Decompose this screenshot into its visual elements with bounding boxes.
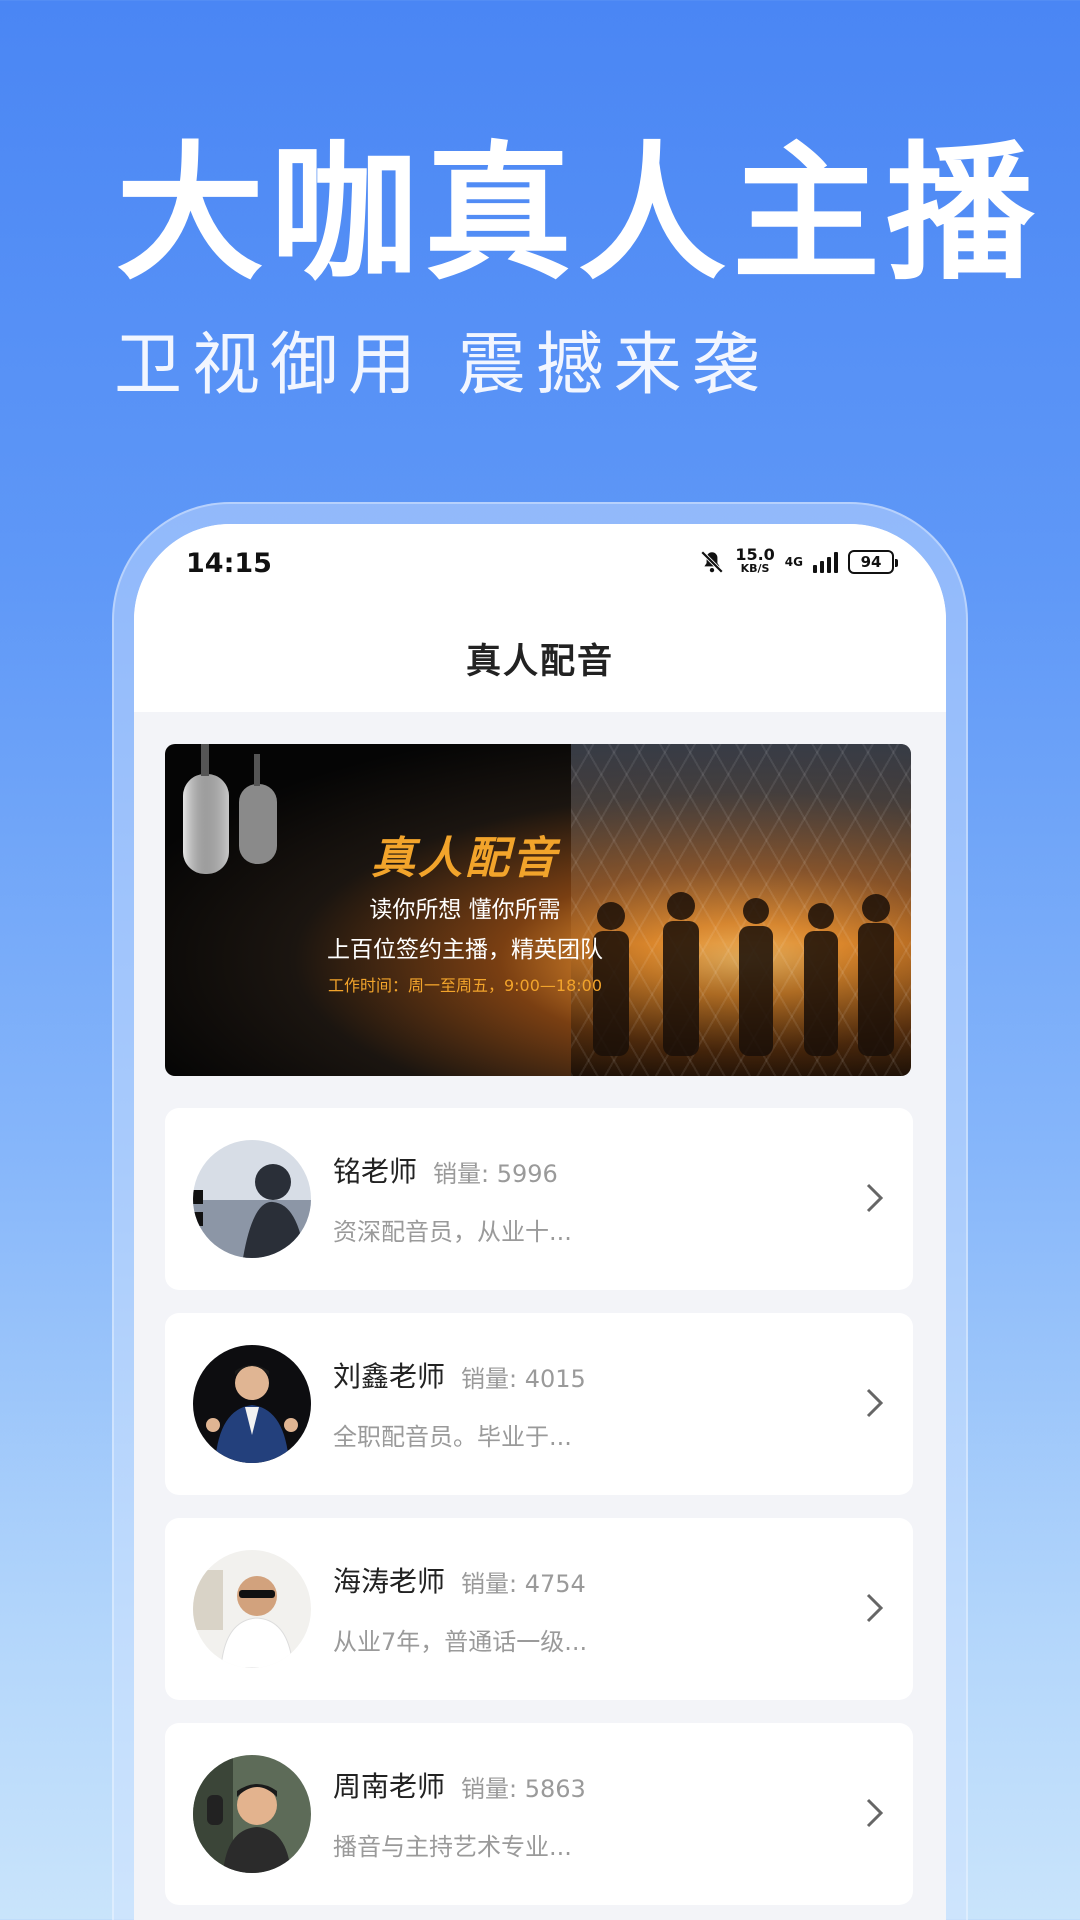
page-title: 真人配音 [465,641,614,682]
chevron-right-icon [866,1593,884,1623]
microphone-icon [183,744,277,874]
teacher-name: 周南老师 [333,1770,446,1803]
teacher-name: 海涛老师 [333,1565,446,1598]
list-item[interactable]: 铭老师 销量: 5996 资深配音员，从业十... [165,1108,913,1290]
teacher-name: 铭老师 [333,1155,418,1188]
chevron-right-icon [866,1183,884,1213]
avatar [193,1345,311,1463]
avatar [193,1755,311,1873]
banner-hours: 工作时间：周一至周五，9:00—18:00 [327,976,603,995]
network-speed-unit: KB/S [740,562,770,575]
avatar [193,1140,311,1258]
status-bar: 14:15 15.0 KB/S 4G 94 [134,524,946,604]
network-type: 4G [784,555,803,569]
teacher-sales: 销量: 4754 [461,1570,586,1598]
banner-description: 上百位签约主播，精英团队 [327,937,603,963]
avatar [193,1550,311,1668]
chevron-right-icon [866,1798,884,1828]
mute-bell-icon [701,550,724,574]
phone-screen: 14:15 15.0 KB/S 4G 94 真人配音 真人配音 读你所想 懂你所… [134,524,946,1920]
battery-icon: 94 [848,550,898,574]
teacher-name: 刘鑫老师 [333,1360,446,1393]
promo-subtitle: 卫视御用 震撼来袭 [114,326,770,405]
banner-slogan: 读你所想 懂你所需 [369,897,561,923]
teacher-sales: 销量: 4015 [461,1365,586,1393]
list-item[interactable]: 刘鑫老师 销量: 4015 全职配音员。毕业于... [165,1313,913,1495]
signal-icon [813,551,838,573]
network-speed-value: 15.0 [735,545,775,564]
status-icons: 15.0 KB/S 4G 94 [699,545,898,576]
promo-title: 大咖真人主播 [116,128,1040,300]
teacher-description: 全职配音员。毕业于... [333,1423,572,1451]
teacher-list: 铭老师 销量: 5996 资深配音员，从业十... 刘鑫老师 销量: 4015 … [165,1108,913,1920]
list-item[interactable]: 周南老师 销量: 5863 播音与主持艺术专业... [165,1723,913,1905]
banner-title: 真人配音 [371,833,559,884]
network-speed: 15.0 KB/S [735,545,775,576]
teacher-description: 播音与主持艺术专业... [333,1833,572,1861]
status-time: 14:15 [186,548,272,579]
teacher-description: 资深配音员，从业十... [333,1218,572,1246]
teacher-description: 从业7年，普通话一级... [333,1628,588,1656]
list-item[interactable]: 海涛老师 销量: 4754 从业7年，普通话一级... [165,1518,913,1700]
battery-level: 94 [860,553,882,571]
promo-banner[interactable]: 真人配音 读你所想 懂你所需 上百位签约主播，精英团队 工作时间：周一至周五，9… [165,744,911,1076]
teacher-sales: 销量: 5996 [433,1160,558,1188]
teacher-sales: 销量: 5863 [461,1775,586,1803]
chevron-right-icon [866,1388,884,1418]
nav-header: 真人配音 [134,604,946,712]
